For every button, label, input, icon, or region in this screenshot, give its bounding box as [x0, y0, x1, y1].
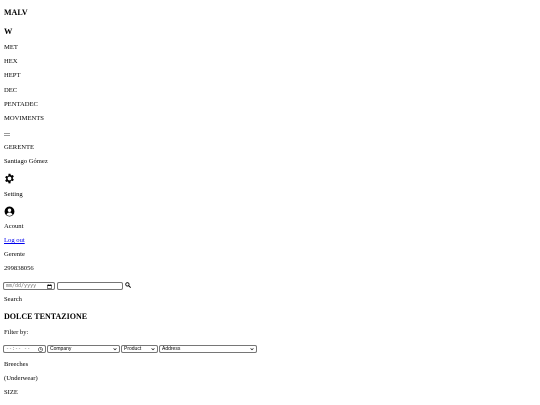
clock-icon[interactable]: [38, 347, 43, 352]
user-circle-icon[interactable]: [4, 206, 15, 217]
address-select[interactable]: Address: [159, 345, 257, 353]
nav-item-met[interactable]: MET: [4, 44, 18, 52]
address-select-value: Address: [162, 346, 181, 352]
date-input-placeholder: mm/dd/yyyy: [6, 283, 37, 289]
search-input[interactable]: [57, 282, 123, 290]
store-title: DOLCE TENTAZIONE: [4, 312, 88, 321]
size-label: SIZE: [4, 389, 18, 396]
product-select-value: Product: [124, 346, 142, 352]
nav-item-dec[interactable]: DEC: [4, 87, 17, 95]
brand-title: MALV: [4, 8, 28, 17]
product-select[interactable]: Product: [121, 345, 158, 353]
chevron-down-icon: [113, 347, 117, 351]
product-category: (Underwear): [4, 375, 38, 382]
profile-phone: 299838056: [4, 265, 34, 272]
chevron-down-icon: [250, 347, 254, 351]
account-label[interactable]: Acount: [4, 223, 23, 231]
logout-link[interactable]: Log out: [4, 237, 25, 245]
user-role-heading: GERENTE: [4, 144, 35, 151]
company-select[interactable]: Company: [47, 345, 120, 353]
nav-item-hex[interactable]: HEX: [4, 58, 18, 66]
date-input[interactable]: mm/dd/yyyy: [3, 282, 55, 290]
logo-letter: W: [4, 27, 13, 36]
product-name: Breeches: [4, 361, 29, 368]
nav-item-pentadec[interactable]: PENTADEC: [4, 101, 38, 109]
chevron-down-icon: [151, 347, 155, 351]
company-select-value: Company: [50, 346, 72, 352]
nav-item-hept[interactable]: HEPT: [4, 72, 20, 80]
user-name: Santiago Gómez: [4, 158, 48, 165]
gear-icon[interactable]: [4, 173, 15, 184]
time-input[interactable]: --:-- --: [3, 345, 46, 353]
time-input-placeholder: --:-- --: [6, 346, 31, 352]
filter-label: Filter by:: [4, 329, 29, 336]
settings-label[interactable]: Setting: [4, 191, 23, 199]
hamburger-menu-icon[interactable]: [4, 133, 10, 136]
nav-item-moviments[interactable]: MOVIMENTS: [4, 115, 44, 123]
calendar-icon[interactable]: [47, 284, 52, 289]
search-icon[interactable]: [125, 282, 131, 288]
search-label[interactable]: Search: [4, 296, 22, 304]
profile-role: Gerente: [4, 251, 25, 258]
